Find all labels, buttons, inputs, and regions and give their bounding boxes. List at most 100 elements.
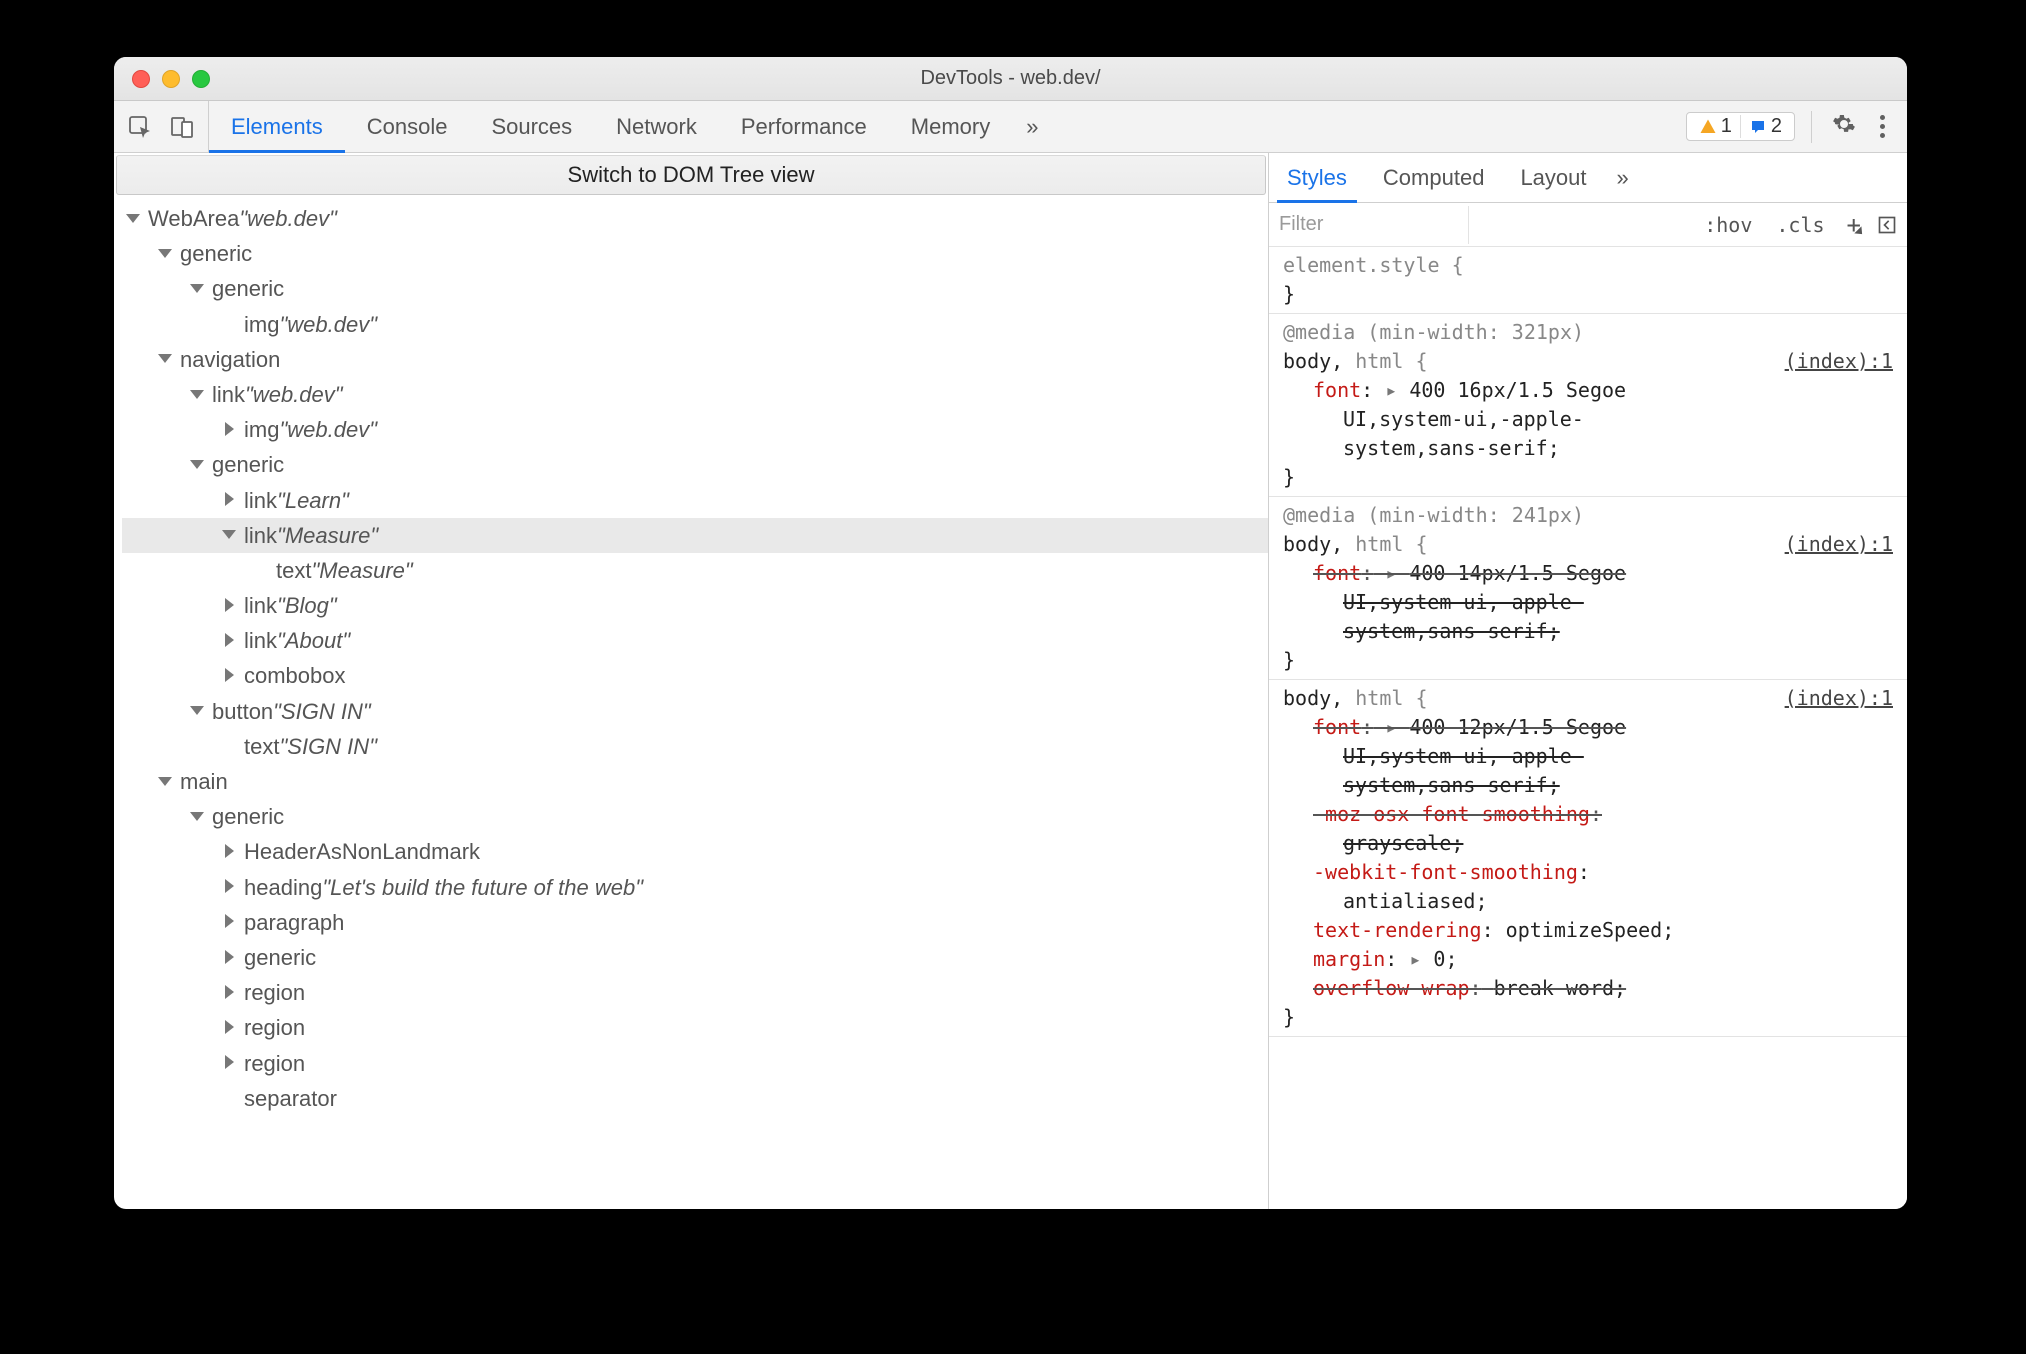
tree-row[interactable]: generic (122, 236, 1268, 271)
more-sidebar-tabs-button[interactable]: » (1605, 153, 1641, 202)
expand-icon[interactable] (222, 1020, 238, 1036)
cls-toggle[interactable]: .cls (1764, 213, 1836, 237)
elements-panel: Switch to DOM Tree view WebArea "web.dev… (114, 153, 1269, 1209)
more-tabs-button[interactable]: » (1012, 101, 1052, 152)
expand-icon[interactable] (222, 985, 238, 1001)
tab-network[interactable]: Network (594, 101, 719, 152)
tree-row[interactable]: region (122, 1010, 1268, 1045)
tree-row[interactable]: navigation (122, 342, 1268, 377)
css-declaration[interactable]: -moz-osx-font-smoothing: (1283, 800, 1893, 829)
kebab-menu-icon[interactable] (1866, 115, 1899, 138)
tree-row[interactable]: text "Measure" (122, 553, 1268, 588)
tree-role: img (244, 412, 279, 447)
tab-memory[interactable]: Memory (889, 101, 1012, 152)
collapse-icon[interactable] (190, 387, 206, 403)
tree-row[interactable]: HeaderAsNonLandmark (122, 834, 1268, 869)
warnings-count[interactable]: 1 (1691, 115, 1740, 138)
info-number: 2 (1771, 115, 1782, 138)
tab-performance[interactable]: Performance (719, 101, 889, 152)
inspect-element-icon[interactable] (128, 115, 152, 139)
tree-row[interactable]: main (122, 764, 1268, 799)
sidebar-tab-computed[interactable]: Computed (1365, 153, 1503, 202)
tree-row[interactable]: combobox (122, 658, 1268, 693)
collapse-icon[interactable] (190, 703, 206, 719)
collapse-icon[interactable] (126, 211, 142, 227)
collapse-icon[interactable] (158, 774, 174, 790)
device-toolbar-icon[interactable] (170, 115, 194, 139)
tree-role: navigation (180, 342, 280, 377)
new-style-rule-button[interactable]: + (1837, 211, 1867, 239)
css-rule[interactable]: @media (min-width: 241px)(index):1body, … (1269, 497, 1907, 680)
tree-row[interactable]: region (122, 975, 1268, 1010)
filter-input[interactable] (1269, 206, 1469, 244)
tree-row[interactable]: region (122, 1046, 1268, 1081)
sidebar-tab-layout[interactable]: Layout (1502, 153, 1604, 202)
css-declaration[interactable]: font: ▸ 400 14px/1.5 Segoe (1283, 559, 1893, 588)
maximize-icon[interactable] (192, 70, 210, 88)
switch-view-button[interactable]: Switch to DOM Tree view (116, 155, 1266, 195)
computed-toggle-icon[interactable] (1867, 215, 1907, 235)
source-link[interactable]: (index):1 (1785, 530, 1893, 559)
css-rule[interactable]: @media (min-width: 321px)(index):1body, … (1269, 314, 1907, 497)
css-rule[interactable]: (index):1body, html {font: ▸ 400 12px/1.… (1269, 680, 1907, 1037)
css-declaration[interactable]: font: ▸ 400 12px/1.5 Segoe (1283, 713, 1893, 742)
tree-name: SIGN IN (287, 729, 369, 764)
css-declaration[interactable]: text-rendering: optimizeSpeed; (1283, 916, 1893, 945)
tree-row[interactable]: text "SIGN IN" (122, 729, 1268, 764)
expand-icon[interactable] (222, 668, 238, 684)
tab-elements[interactable]: Elements (209, 101, 345, 152)
expand-icon[interactable] (222, 950, 238, 966)
collapse-icon[interactable] (222, 527, 238, 543)
collapse-icon[interactable] (190, 457, 206, 473)
expand-icon[interactable] (222, 492, 238, 508)
settings-icon[interactable] (1822, 112, 1866, 142)
tree-row[interactable]: link "Learn" (122, 483, 1268, 518)
tree-row[interactable]: generic (122, 447, 1268, 482)
css-declaration[interactable]: -webkit-font-smoothing: (1283, 858, 1893, 887)
minimize-icon[interactable] (162, 70, 180, 88)
expand-icon[interactable] (222, 844, 238, 860)
tree-row[interactable]: link "About" (122, 623, 1268, 658)
collapse-icon[interactable] (190, 281, 206, 297)
tree-row[interactable]: generic (122, 799, 1268, 834)
tree-row[interactable]: paragraph (122, 905, 1268, 940)
tree-name: web.dev (247, 201, 329, 236)
tree-row[interactable]: heading "Let's build the future of the w… (122, 870, 1268, 905)
tree-row[interactable]: link "web.dev" (122, 377, 1268, 412)
expand-icon[interactable] (222, 914, 238, 930)
hov-toggle[interactable]: :hov (1692, 213, 1764, 237)
collapse-icon[interactable] (158, 246, 174, 262)
expand-icon[interactable] (222, 422, 238, 438)
collapse-icon[interactable] (158, 351, 174, 367)
media-query: @media (min-width: 241px) (1283, 501, 1893, 530)
tree-row[interactable]: button "SIGN IN" (122, 694, 1268, 729)
issues-badge[interactable]: 1 2 (1686, 112, 1795, 141)
close-icon[interactable] (132, 70, 150, 88)
css-declaration[interactable]: overflow-wrap: break-word; (1283, 974, 1893, 1003)
expand-icon[interactable] (222, 879, 238, 895)
expand-icon[interactable] (222, 633, 238, 649)
tree-row[interactable]: WebArea "web.dev" (122, 201, 1268, 236)
rule-element-style[interactable]: element.style {} (1269, 247, 1907, 314)
css-value-continuation: UI,system-ui,-apple- (1283, 405, 1893, 434)
css-declaration[interactable]: margin: ▸ 0; (1283, 945, 1893, 974)
expand-icon[interactable] (222, 598, 238, 614)
source-link[interactable]: (index):1 (1785, 347, 1893, 376)
tab-console[interactable]: Console (345, 101, 470, 152)
tree-row[interactable]: link "Blog" (122, 588, 1268, 623)
collapse-icon[interactable] (190, 809, 206, 825)
tree-row[interactable]: img "web.dev" (122, 307, 1268, 342)
tree-row[interactable]: generic (122, 940, 1268, 975)
tree-row[interactable]: separator (122, 1081, 1268, 1116)
info-count[interactable]: 2 (1740, 115, 1790, 138)
accessibility-tree[interactable]: WebArea "web.dev"genericgenericimg "web.… (114, 195, 1268, 1209)
source-link[interactable]: (index):1 (1785, 684, 1893, 713)
sidebar-tab-styles[interactable]: Styles (1269, 153, 1365, 202)
tab-sources[interactable]: Sources (469, 101, 594, 152)
tree-row[interactable]: link "Measure" (122, 518, 1268, 553)
css-declaration[interactable]: font: ▸ 400 16px/1.5 Segoe (1283, 376, 1893, 405)
styles-rules[interactable]: element.style {}@media (min-width: 321px… (1269, 247, 1907, 1209)
tree-row[interactable]: img "web.dev" (122, 412, 1268, 447)
tree-row[interactable]: generic (122, 271, 1268, 306)
expand-icon[interactable] (222, 1055, 238, 1071)
